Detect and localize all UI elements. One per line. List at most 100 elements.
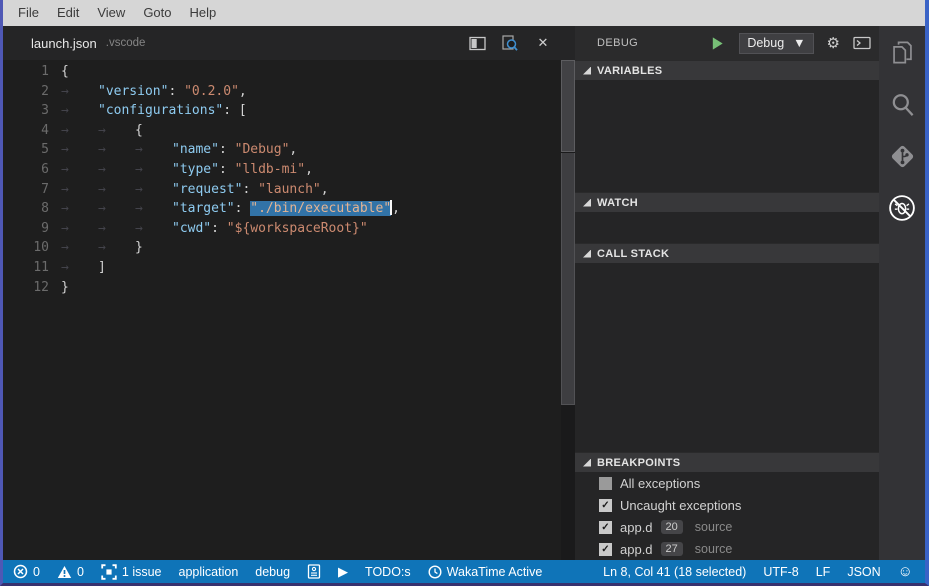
- section-label: WATCH: [597, 197, 638, 209]
- status-bar-left: 0 0 1 issue application debug ▶ TODO:s WakaTime…: [13, 564, 542, 580]
- code-line[interactable]: 5"name": "Debug",: [3, 140, 561, 160]
- code-line[interactable]: 12}: [3, 278, 561, 298]
- code-line[interactable]: 7"request": "launch",: [3, 180, 561, 200]
- scrollbar-thumb[interactable]: [561, 60, 575, 152]
- code-token: :: [242, 182, 258, 197]
- menu-item-goto[interactable]: Goto: [134, 0, 180, 26]
- start-debug-button[interactable]: [710, 35, 726, 51]
- code-line-content: {: [61, 64, 69, 79]
- dub-icon[interactable]: 1 issue: [101, 564, 162, 580]
- breakpoint-row[interactable]: ✓app.d20source: [575, 516, 879, 538]
- collapse-twistie-icon: [583, 250, 591, 258]
- code-line[interactable]: 6"type": "lldb-mi",: [3, 160, 561, 180]
- profile-icon[interactable]: [307, 564, 321, 579]
- code-token: :: [219, 142, 235, 157]
- vscode-window: FileEditViewGotoHelp launch.json .vscode…: [0, 0, 929, 586]
- play-icon[interactable]: ▶: [338, 565, 348, 578]
- code-token: "lldb-mi": [235, 162, 305, 177]
- split-editor-icon[interactable]: [467, 33, 487, 53]
- status-debug[interactable]: debug: [255, 565, 290, 579]
- code-token: : [: [223, 103, 246, 118]
- scrollbar-thumb-lower[interactable]: [561, 153, 575, 405]
- scrollbar-track[interactable]: [561, 60, 575, 560]
- clock-icon[interactable]: WakaTime Active: [428, 565, 543, 579]
- breakpoint-checkbox[interactable]: ✓: [599, 543, 612, 556]
- indent-arrow-icon: [61, 160, 98, 180]
- clock-icon: [428, 565, 442, 579]
- status-json[interactable]: JSON: [847, 565, 880, 579]
- indent-arrow-icon: [98, 160, 135, 180]
- code-line-content: ]: [61, 260, 106, 275]
- indent-arrow-icon: [135, 219, 172, 239]
- code-token: {: [61, 64, 69, 79]
- menu-item-help[interactable]: Help: [181, 0, 226, 26]
- status-utf-8[interactable]: UTF-8: [763, 565, 798, 579]
- main-area: launch.json .vscode ✕ 1{2"version": "0.2…: [3, 26, 925, 560]
- line-number: 2: [3, 82, 53, 102]
- indent-arrow-icon: [61, 199, 98, 219]
- section-header-watch[interactable]: WATCH: [575, 192, 879, 212]
- code-editor[interactable]: 1{2"version": "0.2.0",3"configurations":…: [3, 60, 561, 560]
- code-line[interactable]: 2"version": "0.2.0",: [3, 82, 561, 102]
- line-number-badge: 27: [661, 542, 683, 556]
- status-lf[interactable]: LF: [816, 565, 831, 579]
- section-header-call-stack[interactable]: CALL STACK: [575, 243, 879, 263]
- smiley-icon[interactable]: ☺: [898, 564, 913, 579]
- breakpoint-detail: source: [695, 520, 733, 534]
- status-bar: 0 0 1 issue application debug ▶ TODO:s WakaTime…: [3, 560, 925, 583]
- menu-item-file[interactable]: File: [9, 0, 48, 26]
- section-header-breakpoints[interactable]: BREAKPOINTS: [575, 452, 879, 472]
- menu-item-view[interactable]: View: [88, 0, 134, 26]
- section-label: CALL STACK: [597, 248, 669, 260]
- indent-arrow-icon: [98, 180, 135, 200]
- breakpoint-row[interactable]: ✓Uncaught exceptions: [575, 494, 879, 516]
- code-line[interactable]: 4{: [3, 121, 561, 141]
- debug-panel-title: DEBUG: [597, 37, 638, 49]
- indent-arrow-icon: [61, 121, 98, 141]
- warning-icon[interactable]: 0: [57, 565, 84, 579]
- status-label: WakaTime Active: [447, 565, 543, 579]
- activity-git-icon[interactable]: [879, 130, 925, 182]
- indent-arrow-icon: [98, 219, 135, 239]
- activity-debug-disabled-icon[interactable]: [879, 182, 925, 234]
- activity-search-icon[interactable]: [879, 78, 925, 130]
- code-line-content: }: [61, 240, 143, 255]
- tab-filename[interactable]: launch.json: [31, 36, 97, 51]
- breakpoint-checkbox[interactable]: ✓: [599, 521, 612, 534]
- debug-config-dropdown[interactable]: Debug ▼: [739, 33, 813, 54]
- code-line-content: "cwd": "${workspaceRoot}": [61, 221, 368, 236]
- code-line[interactable]: 3"configurations": [: [3, 101, 561, 121]
- code-line[interactable]: 10}: [3, 238, 561, 258]
- section-header-variables[interactable]: VARIABLES: [575, 60, 879, 80]
- debug-console-icon[interactable]: [853, 36, 871, 50]
- warning-icon: [57, 565, 72, 579]
- code-token: }: [61, 280, 69, 295]
- section-label: VARIABLES: [597, 65, 662, 77]
- indent-arrow-icon: [61, 140, 98, 160]
- breakpoint-row[interactable]: All exceptions: [575, 472, 879, 494]
- breakpoint-checkbox[interactable]: ✓: [599, 499, 612, 512]
- status-application[interactable]: application: [179, 565, 239, 579]
- open-preview-icon[interactable]: [500, 33, 520, 53]
- error-icon[interactable]: 0: [13, 564, 40, 579]
- code-token: "name": [172, 142, 219, 157]
- code-line[interactable]: 8"target": "./bin/executable",: [3, 199, 561, 219]
- indent-arrow-icon: [98, 140, 135, 160]
- code-line-content: "type": "lldb-mi",: [61, 162, 313, 177]
- code-line-content: }: [61, 280, 69, 295]
- status-todo-s[interactable]: TODO:s: [365, 565, 411, 579]
- status-label: UTF-8: [763, 565, 798, 579]
- breakpoint-checkbox[interactable]: [599, 477, 612, 490]
- code-line[interactable]: 1{: [3, 62, 561, 82]
- breakpoint-label: app.d: [620, 520, 653, 535]
- code-line[interactable]: 9"cwd": "${workspaceRoot}": [3, 219, 561, 239]
- menu-item-edit[interactable]: Edit: [48, 0, 88, 26]
- breakpoint-row[interactable]: ✓app.d27source: [575, 538, 879, 560]
- code-line[interactable]: 11]: [3, 258, 561, 278]
- status-ln-8-col-41-18-selected[interactable]: Ln 8, Col 41 (18 selected): [603, 565, 746, 579]
- close-icon[interactable]: ✕: [533, 33, 553, 53]
- editor-actions: ✕: [467, 26, 553, 60]
- activity-files-icon[interactable]: [879, 26, 925, 78]
- status-label: debug: [255, 565, 290, 579]
- gear-icon[interactable]: ⚙: [827, 36, 840, 51]
